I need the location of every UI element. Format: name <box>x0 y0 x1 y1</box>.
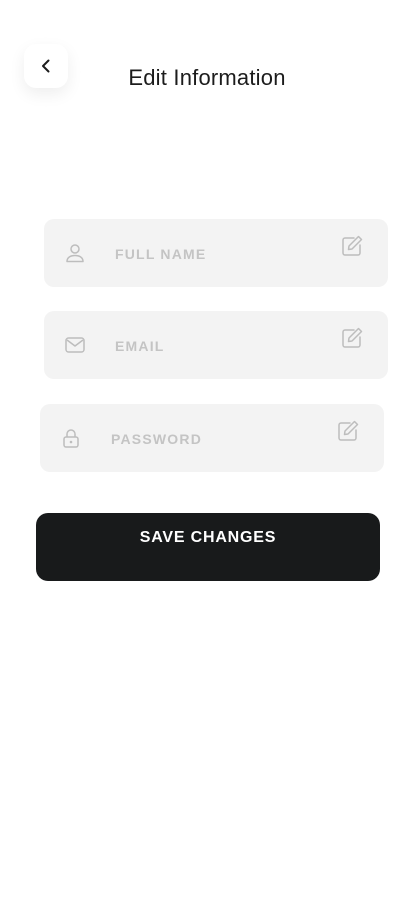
full-name-placeholder: FULL NAME <box>115 246 207 262</box>
user-icon <box>64 242 86 264</box>
lock-icon <box>60 427 82 449</box>
password-placeholder: PASSWORD <box>111 431 203 447</box>
password-field[interactable]: PASSWORD <box>40 404 384 472</box>
email-field[interactable]: EMAIL <box>44 311 388 379</box>
mail-icon <box>64 334 86 356</box>
save-changes-button[interactable]: SAVE CHANGES <box>36 513 380 581</box>
save-changes-label: SAVE CHANGES <box>139 529 277 546</box>
full-name-field[interactable]: FULL NAME <box>44 219 388 287</box>
page-title: Edit Information <box>128 65 286 90</box>
edit-icon[interactable] <box>340 326 364 350</box>
edit-icon[interactable] <box>340 234 364 258</box>
email-placeholder: EMAIL <box>115 338 165 354</box>
edit-icon[interactable] <box>336 419 360 443</box>
